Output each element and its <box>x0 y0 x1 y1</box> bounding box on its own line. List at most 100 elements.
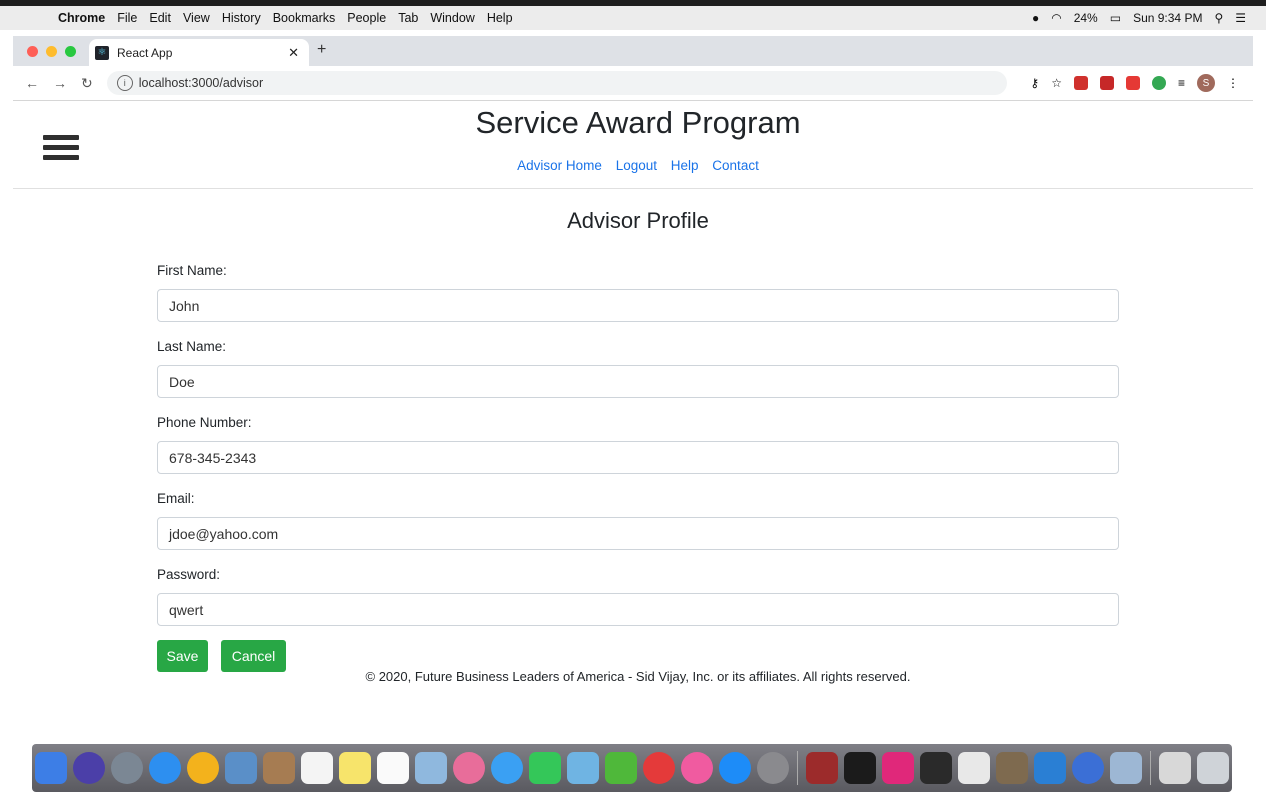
menu-view[interactable]: View <box>183 11 210 25</box>
url-text: localhost:3000/advisor <box>138 76 264 90</box>
chrome-icon[interactable] <box>187 752 219 784</box>
dock-divider-2 <box>1150 751 1151 785</box>
bookmark-star-icon[interactable]: ☆ <box>1051 76 1062 90</box>
terminal-icon[interactable] <box>844 752 876 784</box>
battery-percent[interactable]: 24% <box>1074 11 1098 25</box>
password-label: Password: <box>157 567 221 582</box>
last-name-input[interactable]: Doe <box>157 365 1119 398</box>
page-viewport: Service Award Program Advisor Home Logou… <box>13 101 1253 744</box>
numbers-icon[interactable] <box>605 752 637 784</box>
news-icon[interactable] <box>643 752 675 784</box>
mac-dock <box>32 744 1232 792</box>
status-wifi-icon[interactable]: ◠ <box>1051 11 1061 25</box>
downloads-stack-icon[interactable] <box>1159 752 1191 784</box>
facetime-icon[interactable] <box>529 752 561 784</box>
browser-tab[interactable]: ⚛ React App ✕ <box>89 39 309 66</box>
first-name-input[interactable]: John <box>157 289 1119 322</box>
keynote-icon[interactable] <box>567 752 599 784</box>
email-value: jdoe@yahoo.com <box>169 525 279 542</box>
menu-history[interactable]: History <box>222 11 261 25</box>
reminders-icon[interactable] <box>377 752 409 784</box>
preview-icon[interactable] <box>415 752 447 784</box>
close-tab-icon[interactable]: ✕ <box>288 45 299 61</box>
media-controls-icon[interactable]: ≡ <box>1178 76 1185 90</box>
menu-help[interactable]: Help <box>487 11 513 25</box>
new-tab-icon[interactable]: + <box>317 41 326 59</box>
email-input[interactable]: jdoe@yahoo.com <box>157 517 1119 550</box>
nav-logout[interactable]: Logout <box>616 158 657 173</box>
textedit-icon[interactable] <box>958 752 990 784</box>
clock[interactable]: Sun 9:34 PM <box>1133 11 1202 25</box>
menu-tab[interactable]: Tab <box>398 11 418 25</box>
footer-copyright: © 2020, Future Business Leaders of Ameri… <box>365 669 911 684</box>
dictionary-icon[interactable] <box>806 752 838 784</box>
nav-help[interactable]: Help <box>671 158 699 173</box>
photos-icon[interactable] <box>453 752 485 784</box>
calendar-icon[interactable] <box>301 752 333 784</box>
screenshot-icon[interactable] <box>1110 752 1142 784</box>
status-app-icon[interactable]: ● <box>1032 11 1039 25</box>
minimize-window-button[interactable] <box>46 46 57 57</box>
site-info-icon[interactable]: i <box>116 75 133 91</box>
notes-icon[interactable] <box>339 752 371 784</box>
menu-bookmarks[interactable]: Bookmarks <box>273 11 336 25</box>
contacts-icon[interactable] <box>263 752 295 784</box>
dock-divider <box>797 751 798 785</box>
header-divider <box>13 188 1253 189</box>
red-extension-icon[interactable] <box>1099 76 1114 90</box>
first-name-label: First Name: <box>157 263 227 278</box>
app-store-icon[interactable] <box>719 752 751 784</box>
ublock-extension-icon[interactable] <box>1125 76 1140 90</box>
menu-edit[interactable]: Edit <box>149 11 171 25</box>
close-window-button[interactable] <box>27 46 38 57</box>
screen: Chrome File Edit View History Bookmarks … <box>0 0 1266 794</box>
quicktime-icon[interactable] <box>1072 752 1104 784</box>
url-bar[interactable]: i localhost:3000/advisor <box>106 71 1007 95</box>
phone-number-value: 678-345-2343 <box>169 449 257 466</box>
music-icon[interactable] <box>681 752 713 784</box>
phone-number-input[interactable]: 678-345-2343 <box>157 441 1119 474</box>
chrome-menu-icon[interactable]: ⋮ <box>1227 76 1239 90</box>
safari-icon[interactable] <box>149 752 181 784</box>
back-icon[interactable]: ← <box>25 75 39 91</box>
cancel-button[interactable]: Cancel <box>221 640 286 672</box>
menu-window[interactable]: Window <box>430 11 474 25</box>
siri-icon[interactable] <box>73 752 105 784</box>
email-label: Email: <box>157 491 195 506</box>
spotlight-search-icon[interactable]: ⚲ <box>1214 11 1223 25</box>
menu-people[interactable]: People <box>347 11 386 25</box>
keychain-icon[interactable] <box>996 752 1028 784</box>
menu-file[interactable]: File <box>117 11 137 25</box>
nav-advisor-home[interactable]: Advisor Home <box>517 158 602 173</box>
password-input[interactable]: qwert <box>157 593 1119 626</box>
top-nav: Advisor Home Logout Help Contact <box>13 158 1253 173</box>
adblock-extension-icon[interactable] <box>1073 76 1088 90</box>
menubar-status: ● ◠ 24% ▭ Sun 9:34 PM ⚲ ☰ <box>1020 11 1246 25</box>
battery-icon[interactable]: ▭ <box>1110 11 1121 25</box>
tab-title: React App <box>117 45 173 60</box>
password-value: qwert <box>169 601 204 618</box>
launchpad-icon[interactable] <box>111 752 143 784</box>
forward-icon[interactable]: → <box>53 75 67 91</box>
finder-icon[interactable] <box>35 752 67 784</box>
save-button[interactable]: Save <box>157 640 208 672</box>
system-preferences-icon[interactable] <box>757 752 789 784</box>
vscode-icon[interactable] <box>1034 752 1066 784</box>
last-name-value: Doe <box>169 373 195 390</box>
notification-center-icon[interactable]: ☰ <box>1235 11 1246 25</box>
green-extension-icon[interactable] <box>1151 76 1166 90</box>
mail-icon[interactable] <box>225 752 257 784</box>
trash-icon[interactable] <box>1197 752 1229 784</box>
site-title: Service Award Program <box>475 105 801 140</box>
reload-icon[interactable]: ↻ <box>81 75 93 92</box>
nav-contact[interactable]: Contact <box>712 158 759 173</box>
profile-avatar[interactable]: S <box>1197 74 1215 92</box>
key-icon[interactable]: ⚷ <box>1030 76 1039 90</box>
intellij-icon[interactable] <box>882 752 914 784</box>
phone-number-label: Phone Number: <box>157 415 252 430</box>
activity-monitor-icon[interactable] <box>920 752 952 784</box>
messages-icon[interactable] <box>491 752 523 784</box>
menu-app-name[interactable]: Chrome <box>58 11 105 25</box>
tab-strip: ⚛ React App ✕ + <box>13 36 1253 66</box>
maximize-window-button[interactable] <box>65 46 76 57</box>
